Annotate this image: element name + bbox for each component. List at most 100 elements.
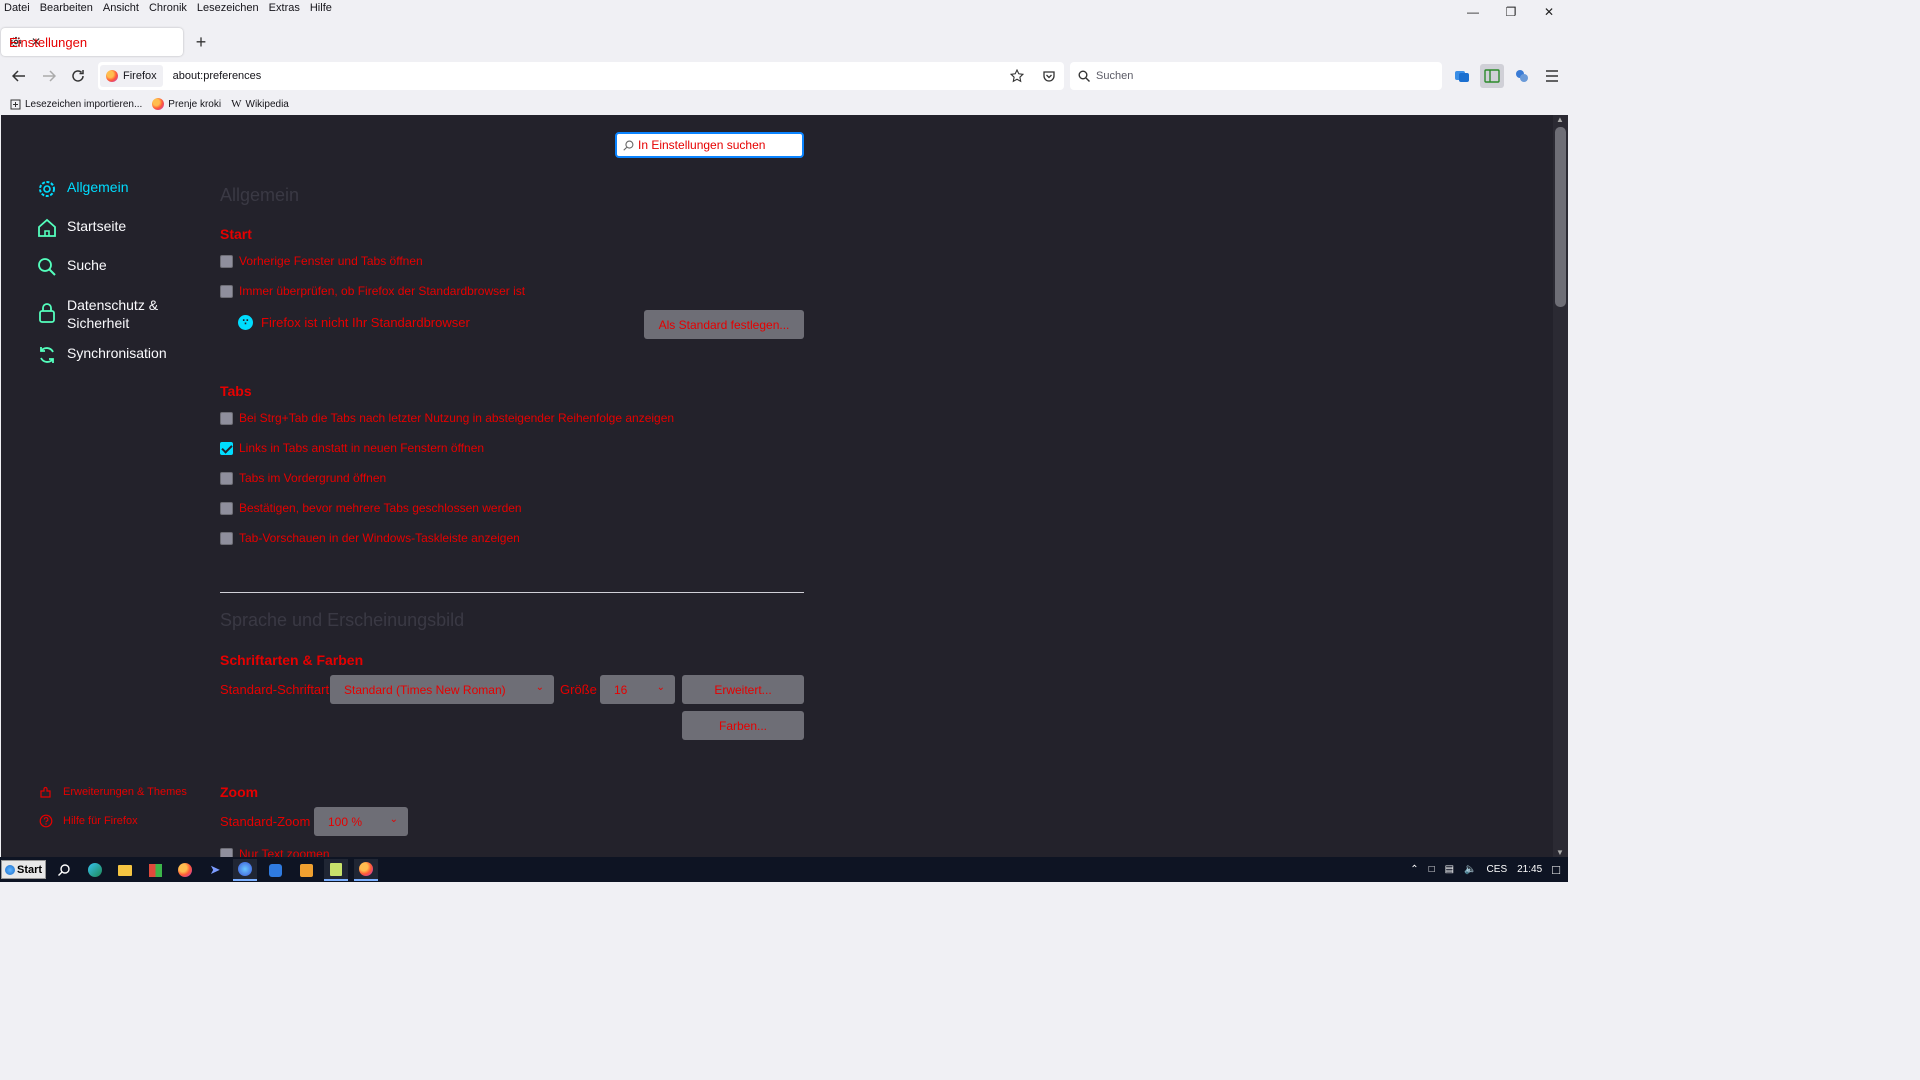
checkbox[interactable] (220, 471, 233, 485)
menu-edit[interactable]: Bearbeiten (40, 2, 93, 14)
addons-link[interactable]: Erweiterungen & Themes (39, 777, 187, 806)
menu-tools[interactable]: Extras (269, 2, 300, 14)
taskbar-firefox-active[interactable] (354, 859, 378, 881)
checkbox[interactable] (220, 284, 233, 298)
bookmark-import[interactable]: Lesezeichen importieren... (10, 99, 142, 110)
set-default-button[interactable]: Als Standard festlegen... (644, 310, 804, 339)
taskbar-thunderbird[interactable]: ➤ (203, 859, 227, 881)
taskbar-app-grid[interactable] (143, 859, 167, 881)
category-privacy[interactable]: Datenschutz & Sicherheit (37, 296, 207, 345)
taskbar-explorer[interactable] (113, 859, 137, 881)
category-search[interactable]: Suche (37, 257, 207, 296)
windows-taskbar: Start ➤ ⌃ □ ▤ 🔈 CES 21:45 □ (0, 857, 1568, 882)
tab-title: Einstellungen (9, 34, 88, 50)
preferences-search-input[interactable]: In Einstellungen suchen (615, 132, 804, 158)
check-default-option[interactable]: Immer überprüfen, ob Firefox der Standar… (220, 284, 525, 298)
taskbar-edge[interactable] (83, 859, 107, 881)
system-tray: ⌃ □ ▤ 🔈 CES 21:45 □ (1410, 857, 1568, 882)
bookmark-label: Lesezeichen importieren... (25, 98, 143, 110)
url-text[interactable]: about:preferences (173, 70, 1010, 82)
arrow-right-icon (43, 70, 56, 82)
tabs-foreground-option[interactable]: Tabs im Vordergrund öffnen (220, 471, 386, 485)
taskbar-app-blue[interactable] (263, 859, 287, 881)
minimize-button[interactable]: — (1454, 0, 1492, 24)
checkbox[interactable] (220, 847, 233, 857)
checkbox[interactable] (220, 254, 233, 268)
close-window-button[interactable]: ✕ (1530, 0, 1568, 24)
zoom-text-only-option[interactable]: Nur Text zoomen (220, 847, 330, 857)
grid-app-icon (148, 863, 162, 877)
restore-button[interactable]: ❐ (1492, 0, 1530, 24)
restore-session-option[interactable]: Vorherige Fenster und Tabs öffnen (220, 254, 423, 268)
identity-box[interactable]: Firefox (100, 65, 163, 87)
notification-icon[interactable]: □ (1552, 862, 1560, 877)
menu-help[interactable]: Hilfe (310, 2, 332, 14)
ctrl-tab-option[interactable]: Bei Strg+Tab die Tabs nach letzter Nutzu… (220, 411, 674, 425)
reload-icon (72, 70, 84, 82)
new-tab-button[interactable]: + (192, 31, 210, 53)
meet-now-icon[interactable]: □ (1429, 864, 1435, 875)
font-size-select[interactable]: 16 ⌄ (600, 675, 675, 704)
bookmark-prenje-kroki[interactable]: Prenje kroki (152, 98, 221, 110)
category-nav: Allgemein Startseite Suche Datenschutz &… (37, 179, 207, 384)
search-bar[interactable]: Suchen (1070, 62, 1442, 90)
hamburger-menu-icon[interactable] (1540, 64, 1564, 88)
page-scrollbar[interactable]: ▲ ▼ (1553, 115, 1568, 857)
tabs-heading: Tabs (220, 383, 252, 399)
translate-extension-icon[interactable] (1450, 64, 1474, 88)
category-general[interactable]: Allgemein (37, 179, 207, 218)
scrollbar-thumb[interactable] (1555, 127, 1566, 307)
checkbox[interactable] (220, 501, 233, 515)
taskbar-firefox[interactable] (173, 859, 197, 881)
taskbar-preview-option[interactable]: Tab-Vorschauen in der Windows-Taskleiste… (220, 531, 520, 545)
back-button[interactable] (7, 64, 31, 88)
home-icon (38, 218, 56, 237)
advanced-fonts-button[interactable]: Erweitert... (682, 675, 804, 704)
option-label: Tab-Vorschauen in der Windows-Taskleiste… (239, 531, 520, 545)
checkbox-checked[interactable] (220, 441, 233, 455)
checkbox[interactable] (220, 531, 233, 545)
help-link[interactable]: Hilfe für Firefox (39, 806, 187, 835)
menu-view[interactable]: Ansicht (103, 2, 139, 14)
star-icon[interactable] (1010, 69, 1024, 83)
colors-button[interactable]: Farben... (682, 711, 804, 740)
category-home[interactable]: Startseite (37, 218, 207, 257)
preferences-page: In Einstellungen suchen Allgemein Starts… (1, 115, 1553, 857)
extension-icon[interactable] (1510, 64, 1534, 88)
default-font-label: Standard-Schriftart (220, 682, 330, 697)
network-icon[interactable]: ▤ (1445, 864, 1454, 875)
chevron-up-icon[interactable]: ⌃ (1410, 864, 1418, 875)
tab-settings[interactable]: Einstellungen ✕ (1, 28, 183, 56)
input-language[interactable]: CES (1487, 864, 1508, 875)
sync-icon (40, 347, 54, 363)
start-button[interactable]: Start (1, 860, 46, 879)
taskbar-firefox-dev[interactable] (233, 859, 257, 881)
bookmark-wikipedia[interactable]: W Wikipedia (231, 98, 289, 110)
pocket-icon[interactable] (1042, 69, 1056, 83)
confirm-close-option[interactable]: Bestätigen, bevor mehrere Tabs geschloss… (220, 501, 522, 515)
option-label: Immer überprüfen, ob Firefox der Standar… (239, 284, 526, 298)
default-font-select[interactable]: Standard (Times New Roman) ⌄ (330, 675, 554, 704)
tab-strip: Einstellungen ✕ + (0, 28, 1568, 56)
search-bar-placeholder: Suchen (1096, 70, 1134, 82)
menu-file[interactable]: Datei (4, 2, 30, 14)
search-taskbar-button[interactable] (52, 859, 76, 881)
volume-icon[interactable]: 🔈 (1464, 864, 1476, 875)
reload-button[interactable] (66, 64, 90, 88)
checkbox[interactable] (220, 411, 233, 425)
forward-button[interactable] (37, 64, 61, 88)
category-sync[interactable]: Synchronisation (37, 345, 207, 384)
sidebar-toggle-icon[interactable] (1480, 64, 1504, 88)
links-in-tabs-option[interactable]: Links in Tabs anstatt in neuen Fenstern … (220, 441, 484, 455)
menu-bookmarks[interactable]: Lesezeichen (197, 2, 259, 14)
scroll-up-icon[interactable]: ▲ (1556, 115, 1564, 124)
clock[interactable]: 21:45 (1517, 864, 1542, 875)
taskbar-app-orange[interactable] (294, 859, 318, 881)
scroll-down-icon[interactable]: ▼ (1556, 848, 1564, 857)
help-label: Hilfe für Firefox (63, 814, 138, 827)
default-zoom-select[interactable]: 100 % ⌄ (314, 807, 408, 836)
taskbar-notepad[interactable] (324, 859, 348, 881)
url-bar[interactable]: Firefox about:preferences (98, 62, 1064, 90)
edge-icon (88, 863, 102, 877)
menu-history[interactable]: Chronik (149, 2, 187, 14)
